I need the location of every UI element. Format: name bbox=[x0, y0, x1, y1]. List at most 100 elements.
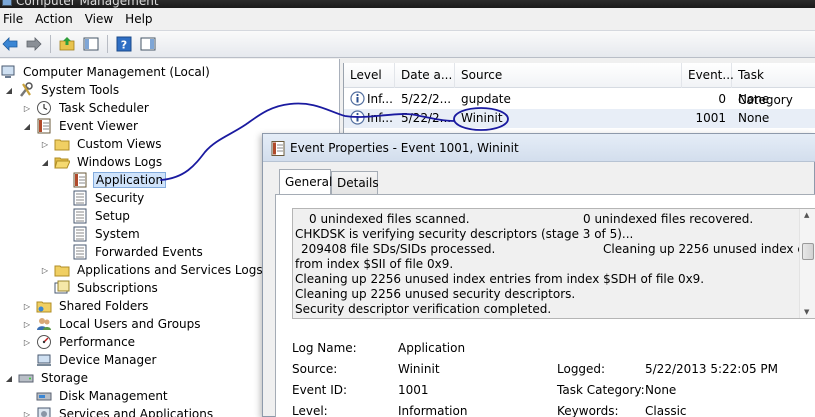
scroll-up-icon[interactable]: ▲ bbox=[804, 211, 809, 219]
show-hide-action-pane-icon[interactable] bbox=[138, 34, 158, 54]
menu-file[interactable]: File bbox=[0, 12, 31, 26]
dialog-title-bar[interactable]: Event Properties - Event 1001, Wininit bbox=[263, 134, 815, 162]
tree-item-system-tools[interactable]: ◢ System Tools bbox=[4, 81, 121, 99]
tree-item-apps-services-logs[interactable]: ▷ Applications and Services Logs bbox=[40, 261, 265, 279]
list-header: Level Date a... Source Event... Task Cat… bbox=[344, 63, 815, 107]
subscriptions-icon bbox=[54, 280, 70, 296]
column-header-level[interactable]: Level bbox=[344, 63, 395, 88]
collapse-icon[interactable]: ◢ bbox=[40, 157, 50, 167]
description-scrollbar[interactable]: ▲ ▼ bbox=[799, 209, 815, 318]
tree-item-services-apps[interactable]: ▷ Services and Applications bbox=[22, 405, 215, 417]
keywords-label: Keywords: bbox=[557, 404, 619, 417]
folder-icon bbox=[54, 136, 70, 152]
expand-icon[interactable]: ▷ bbox=[22, 409, 32, 417]
column-header-task-category[interactable]: Task Category bbox=[732, 63, 815, 107]
toolbar: ? bbox=[0, 30, 815, 58]
clock-icon bbox=[36, 100, 52, 116]
task-category-value: None bbox=[645, 383, 677, 397]
column-header-date[interactable]: Date a... bbox=[395, 63, 455, 88]
help-icon[interactable]: ? bbox=[114, 34, 134, 54]
logged-label: Logged: bbox=[557, 362, 606, 376]
expand-icon[interactable]: ▷ bbox=[22, 301, 32, 311]
menu-action[interactable]: Action bbox=[31, 12, 81, 26]
expand-icon[interactable]: ▷ bbox=[22, 337, 32, 347]
source-value: Wininit bbox=[398, 362, 440, 376]
scroll-thumb[interactable] bbox=[802, 243, 814, 260]
event-properties-dialog: Event Properties - Event 1001, Wininit G… bbox=[262, 133, 815, 417]
expand-icon[interactable]: ▷ bbox=[40, 265, 50, 275]
tree-item-disk-management[interactable]: Disk Management bbox=[36, 387, 170, 405]
tree-item-event-viewer[interactable]: ◢ Event Viewer bbox=[22, 117, 140, 135]
tree-item-setup[interactable]: Setup bbox=[72, 207, 132, 225]
log-icon bbox=[72, 208, 88, 224]
window-title: Computer Management bbox=[16, 0, 159, 8]
tree-item-local-users[interactable]: ▷ Local Users and Groups bbox=[22, 315, 203, 333]
column-header-source[interactable]: Source bbox=[455, 63, 682, 88]
general-tab-panel: 0 unindexed files scanned. 0 unindexed f… bbox=[275, 194, 815, 417]
tree-item-shared-folders[interactable]: ▷ Shared Folders bbox=[22, 297, 150, 315]
up-folder-icon[interactable] bbox=[57, 34, 77, 54]
folder-icon bbox=[54, 262, 70, 278]
collapse-icon[interactable]: ◢ bbox=[22, 121, 32, 131]
tree-item-application[interactable]: Application bbox=[72, 171, 167, 189]
window-title-bar: Computer Management bbox=[0, 0, 815, 8]
tools-icon bbox=[18, 82, 34, 98]
disk-management-icon bbox=[36, 388, 52, 404]
event-id-value: 1001 bbox=[398, 383, 429, 397]
scroll-down-icon[interactable]: ▼ bbox=[804, 308, 809, 316]
tree-item-performance[interactable]: ▷ Performance bbox=[22, 333, 137, 351]
collapse-icon[interactable]: ◢ bbox=[4, 373, 14, 383]
event-viewer-icon bbox=[36, 118, 52, 134]
information-icon bbox=[350, 110, 366, 129]
tab-details[interactable]: Details bbox=[331, 171, 379, 195]
expand-icon[interactable]: ▷ bbox=[40, 139, 50, 149]
menu-view[interactable]: View bbox=[81, 12, 121, 26]
users-icon bbox=[36, 316, 52, 332]
log-icon bbox=[72, 226, 88, 242]
tree-item-custom-views[interactable]: ▷ Custom Views bbox=[40, 135, 164, 153]
list-row-selected[interactable]: Inf... 5/22/2... Wininit 1001 None bbox=[344, 109, 815, 128]
services-icon bbox=[36, 406, 52, 417]
event-id-label: Event ID: bbox=[292, 383, 348, 397]
menu-bar: File Action View Help bbox=[0, 8, 815, 30]
tree-item-forwarded-events[interactable]: Forwarded Events bbox=[72, 243, 205, 261]
tree-item-windows-logs[interactable]: ◢ Windows Logs bbox=[40, 153, 164, 171]
performance-icon bbox=[36, 334, 52, 350]
information-icon bbox=[350, 91, 366, 110]
logged-value: 5/22/2013 5:22:05 PM bbox=[645, 362, 779, 376]
tree-item-device-manager[interactable]: Device Manager bbox=[36, 351, 158, 369]
keywords-value: Classic bbox=[645, 404, 687, 417]
source-label: Source: bbox=[292, 362, 338, 376]
tab-general[interactable]: General bbox=[279, 169, 332, 194]
expand-icon[interactable]: ▷ bbox=[22, 103, 32, 113]
computer-management-icon bbox=[2, 0, 12, 6]
forward-icon[interactable] bbox=[24, 34, 44, 54]
log-icon bbox=[72, 244, 88, 260]
level-value: Information bbox=[398, 404, 468, 417]
toolbar-separator bbox=[107, 35, 108, 53]
column-header-event-id[interactable]: Event... bbox=[682, 63, 734, 88]
tree-item-task-scheduler[interactable]: ▷ Task Scheduler bbox=[22, 99, 151, 117]
expand-icon[interactable]: ▷ bbox=[22, 319, 32, 329]
show-hide-tree-icon[interactable] bbox=[81, 34, 101, 54]
event-description[interactable]: 0 unindexed files scanned. 0 unindexed f… bbox=[292, 208, 815, 319]
svg-text:?: ? bbox=[121, 39, 127, 52]
event-log-icon bbox=[271, 141, 285, 159]
back-icon[interactable] bbox=[0, 34, 20, 54]
tree-item-root[interactable]: Computer Management (Local) bbox=[0, 63, 212, 81]
tree-item-system[interactable]: System bbox=[72, 225, 142, 243]
list-row[interactable]: Inf... 5/22/2... gupdate 0 None bbox=[344, 90, 815, 109]
tree-item-storage[interactable]: ◢ Storage bbox=[4, 369, 90, 387]
computer-icon bbox=[0, 64, 16, 80]
menu-help[interactable]: Help bbox=[121, 12, 160, 26]
task-category-label: Task Category: bbox=[557, 383, 645, 397]
tree-item-security[interactable]: Security bbox=[72, 189, 146, 207]
log-name-label: Log Name: bbox=[292, 341, 357, 355]
storage-icon bbox=[18, 370, 34, 386]
device-manager-icon bbox=[36, 352, 52, 368]
toolbar-separator bbox=[50, 35, 51, 53]
log-icon bbox=[72, 172, 88, 188]
tree-item-subscriptions[interactable]: Subscriptions bbox=[54, 279, 160, 297]
collapse-icon[interactable]: ◢ bbox=[4, 85, 14, 95]
shared-folder-icon bbox=[36, 298, 52, 314]
